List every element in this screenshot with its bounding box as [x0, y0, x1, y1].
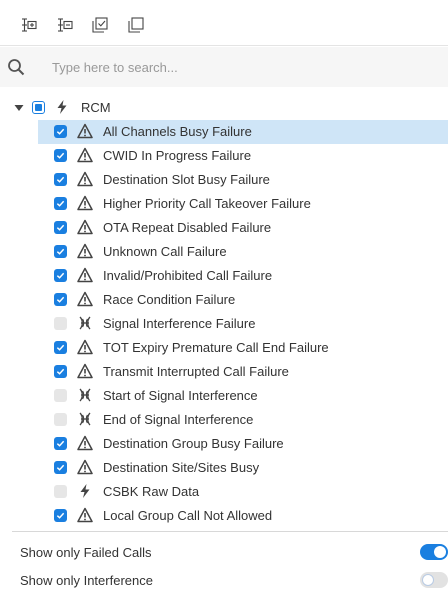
tree-item-label: Signal Interference Failure	[103, 316, 256, 331]
tree-item[interactable]: Destination Site/Sites Busy	[0, 456, 448, 480]
select-all-icon[interactable]	[91, 16, 109, 34]
tree-root-rcm[interactable]: RCM	[0, 96, 448, 120]
tree-item[interactable]: CWID In Progress Failure	[0, 144, 448, 168]
root-checkbox[interactable]	[32, 101, 45, 114]
checked-checkbox[interactable]	[54, 509, 67, 522]
checked-checkbox[interactable]	[54, 269, 67, 282]
deselect-all-icon[interactable]	[127, 16, 145, 34]
warning-icon	[77, 507, 93, 523]
tree-item[interactable]: OTA Repeat Disabled Failure	[0, 216, 448, 240]
warning-icon	[77, 123, 93, 139]
tree-item-label: OTA Repeat Disabled Failure	[103, 220, 272, 235]
caret-down-icon[interactable]	[14, 103, 24, 113]
search-bar	[0, 47, 448, 87]
interference-icon	[77, 411, 93, 427]
checked-checkbox[interactable]	[54, 197, 67, 210]
warning-icon	[77, 435, 93, 451]
warning-icon	[77, 339, 93, 355]
lightning-icon	[54, 99, 70, 115]
tree-item[interactable]: Signal Interference Failure	[0, 312, 448, 336]
tree-item-label: Race Condition Failure	[103, 292, 236, 307]
tree-item-label: Destination Site/Sites Busy	[103, 460, 260, 475]
unchecked-checkbox[interactable]	[54, 389, 67, 402]
warning-icon	[77, 459, 93, 475]
unchecked-checkbox[interactable]	[54, 485, 67, 498]
tree-item[interactable]: Higher Priority Call Takeover Failure	[0, 192, 448, 216]
divider	[12, 531, 448, 532]
tree-item-label: All Channels Busy Failure	[103, 124, 252, 139]
warning-icon	[77, 267, 93, 283]
tree-item[interactable]: Transmit Interrupted Call Failure	[0, 360, 448, 384]
unchecked-checkbox[interactable]	[54, 317, 67, 330]
unchecked-checkbox[interactable]	[54, 413, 67, 426]
search-icon	[8, 59, 25, 76]
checked-checkbox[interactable]	[54, 173, 67, 186]
checked-checkbox[interactable]	[54, 149, 67, 162]
tree-item-label: End of Signal Interference	[103, 412, 254, 427]
tree-item-label: Invalid/Prohibited Call Failure	[103, 268, 273, 283]
lightning-icon	[77, 483, 93, 499]
checked-checkbox[interactable]	[54, 125, 67, 138]
warning-icon	[77, 243, 93, 259]
tree-root-label: RCM	[81, 100, 111, 115]
checked-checkbox[interactable]	[54, 437, 67, 450]
checked-checkbox[interactable]	[54, 461, 67, 474]
toggle-interference[interactable]	[420, 572, 448, 588]
option-failed-calls-label: Show only Failed Calls	[20, 545, 152, 560]
toolbar	[0, 0, 448, 46]
tree-item[interactable]: Start of Signal Interference	[0, 384, 448, 408]
tree-item[interactable]: Local Group Call Not Allowed	[0, 504, 448, 528]
warning-icon	[77, 147, 93, 163]
tree-item-label: Transmit Interrupted Call Failure	[103, 364, 289, 379]
tree-item[interactable]: Destination Group Busy Failure	[0, 432, 448, 456]
tree-item[interactable]: Destination Slot Busy Failure	[0, 168, 448, 192]
checked-checkbox[interactable]	[54, 293, 67, 306]
option-interference-label: Show only Interference	[20, 573, 153, 588]
tree-item[interactable]: Invalid/Prohibited Call Failure	[0, 264, 448, 288]
warning-icon	[77, 291, 93, 307]
tree-item[interactable]: CSBK Raw Data	[0, 480, 448, 504]
tree-item-label: Start of Signal Interference	[103, 388, 258, 403]
checked-checkbox[interactable]	[54, 365, 67, 378]
tree-item[interactable]: TOT Expiry Premature Call End Failure	[0, 336, 448, 360]
search-input[interactable]	[52, 55, 432, 79]
expand-all-icon[interactable]	[20, 16, 38, 34]
warning-icon	[77, 195, 93, 211]
tree-item-label: CSBK Raw Data	[103, 484, 200, 499]
tree-item[interactable]: All Channels Busy Failure	[0, 120, 448, 144]
tree-item-label: CWID In Progress Failure	[103, 148, 252, 163]
checked-checkbox[interactable]	[54, 341, 67, 354]
tree-item-label: Local Group Call Not Allowed	[103, 508, 273, 523]
tree-item-label: Destination Slot Busy Failure	[103, 172, 270, 187]
interference-icon	[77, 387, 93, 403]
collapse-all-icon[interactable]	[56, 16, 74, 34]
warning-icon	[77, 363, 93, 379]
tree-item-label: Destination Group Busy Failure	[103, 436, 284, 451]
checked-checkbox[interactable]	[54, 245, 67, 258]
toggle-failed-calls[interactable]	[420, 544, 448, 560]
tree-item[interactable]: Race Condition Failure	[0, 288, 448, 312]
interference-icon	[77, 315, 93, 331]
tree-item[interactable]: End of Signal Interference	[0, 408, 448, 432]
checked-checkbox[interactable]	[54, 221, 67, 234]
tree-item-label: TOT Expiry Premature Call End Failure	[103, 340, 329, 355]
warning-icon	[77, 219, 93, 235]
tree-item[interactable]: Unknown Call Failure	[0, 240, 448, 264]
tree-item-label: Higher Priority Call Takeover Failure	[103, 196, 311, 211]
tree-item-label: Unknown Call Failure	[103, 244, 227, 259]
warning-icon	[77, 171, 93, 187]
